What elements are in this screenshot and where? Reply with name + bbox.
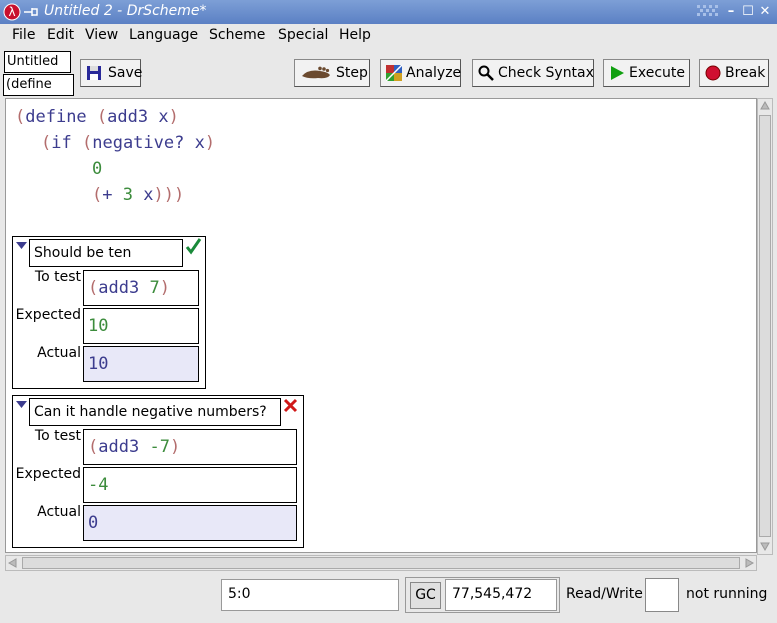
window-title: Untitled 2 - DrScheme* <box>44 3 207 19</box>
cross-icon <box>283 398 298 413</box>
close-icon[interactable]: ✕ <box>757 4 773 20</box>
running-status: not running <box>686 586 768 602</box>
analyze-label: Analyze <box>406 65 462 81</box>
menu-scheme[interactable]: Scheme <box>209 27 265 43</box>
to-test-label: To test <box>34 269 81 285</box>
drscheme-logo-icon[interactable]: λ <box>3 3 21 21</box>
to-test-field[interactable]: (add3 -7) <box>83 429 297 465</box>
expected-label: Expected <box>15 307 81 323</box>
test-case-2: Can it handle negative numbers? To test … <box>12 395 304 548</box>
vertical-scrollbar[interactable] <box>757 98 773 555</box>
read-write-status: Read/Write <box>566 586 643 602</box>
code-line-1: (define (add3 x) <box>15 107 179 127</box>
menu-view[interactable]: View <box>85 27 118 43</box>
test-name-field[interactable]: Should be ten <box>29 239 183 267</box>
execute-label: Execute <box>629 65 685 81</box>
running-indicator <box>645 578 679 612</box>
collapse-triangle-icon[interactable] <box>16 401 27 409</box>
horizontal-scrollbar[interactable] <box>5 555 757 571</box>
code-line-4: (+ 3 x))) <box>92 185 185 205</box>
stop-icon <box>705 65 721 81</box>
scroll-left-arrow-icon[interactable] <box>8 558 18 568</box>
menu-special[interactable]: Special <box>278 27 328 43</box>
tab-untitled-2[interactable]: Untitled 2 <box>4 51 71 89</box>
step-label: Step <box>336 65 368 81</box>
vertical-scroll-thumb[interactable] <box>759 115 771 537</box>
check-syntax-button[interactable]: Check Syntax <box>472 59 594 87</box>
svg-text:λ: λ <box>8 5 15 19</box>
memory-usage: 77,545,472 <box>445 579 557 611</box>
title-bar: λ Untitled 2 - DrScheme* – ☐ ✕ <box>0 0 777 24</box>
menu-file[interactable]: File <box>12 27 35 43</box>
horizontal-scroll-thumb[interactable] <box>22 557 740 569</box>
check-syntax-label: Check Syntax <box>498 65 594 81</box>
pin-icon[interactable] <box>22 3 40 21</box>
scroll-right-arrow-icon[interactable] <box>744 558 754 568</box>
play-icon <box>611 66 624 80</box>
actual-field: 10 <box>83 346 199 382</box>
foot-icon <box>302 66 330 79</box>
definitions-editor[interactable]: (define (add3 x) (if (negative? x) 0 (+ … <box>5 98 757 553</box>
menu-bar: File Edit View Language Scheme Special H… <box>0 24 777 48</box>
code-line-3: 0 <box>92 159 103 179</box>
collapse-triangle-icon[interactable] <box>16 242 27 250</box>
execute-button[interactable]: Execute <box>603 59 690 87</box>
minimize-icon[interactable]: – <box>723 4 739 20</box>
menu-edit[interactable]: Edit <box>47 27 74 43</box>
test-name-field[interactable]: Can it handle negative numbers? <box>29 398 281 426</box>
floppy-disk-icon <box>87 66 101 80</box>
scroll-up-arrow-icon[interactable] <box>760 101 770 111</box>
expected-label: Expected <box>15 466 81 482</box>
break-button[interactable]: Break <box>699 59 769 87</box>
shade-icon[interactable] <box>697 5 721 19</box>
code-line-2: (if (negative? x) <box>41 133 216 153</box>
actual-label: Actual <box>37 345 81 361</box>
to-test-field[interactable]: (add3 7) <box>83 270 199 306</box>
menu-language[interactable]: Language <box>129 27 198 43</box>
cursor-position: 5:0 <box>221 579 399 611</box>
expected-field[interactable]: -4 <box>83 467 297 503</box>
analyze-button[interactable]: Analyze <box>380 59 461 87</box>
analyze-icon <box>386 65 402 81</box>
checkmark-icon <box>185 238 202 255</box>
gc-button[interactable]: GC <box>410 582 441 609</box>
scroll-down-arrow-icon[interactable] <box>760 541 770 551</box>
break-label: Break <box>725 65 766 81</box>
magnifier-icon <box>478 65 494 81</box>
save-button[interactable]: Save <box>80 59 143 87</box>
step-button[interactable]: Step <box>294 59 370 87</box>
save-label: Save <box>108 65 143 81</box>
define-popup[interactable]: (define ...) <box>3 74 74 112</box>
menu-help[interactable]: Help <box>339 27 371 43</box>
test-case-1: Should be ten To test (add3 7) Expected … <box>12 236 206 389</box>
maximize-icon[interactable]: ☐ <box>740 4 756 20</box>
to-test-label: To test <box>34 428 81 444</box>
expected-field[interactable]: 10 <box>83 308 199 344</box>
actual-field: 0 <box>83 505 297 541</box>
actual-label: Actual <box>37 504 81 520</box>
